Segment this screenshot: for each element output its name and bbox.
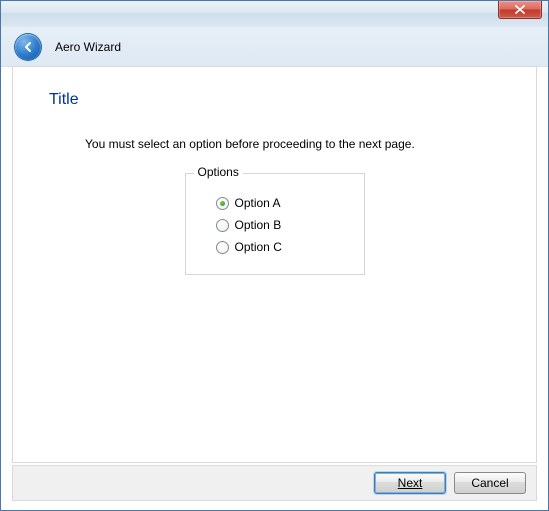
instruction-text: You must select an option before proceed… (85, 137, 500, 151)
radio-icon (216, 219, 229, 232)
next-button-label: Next (398, 476, 423, 490)
option-label: Option C (235, 240, 282, 254)
close-icon (515, 5, 525, 14)
option-row-a[interactable]: Option A (216, 196, 350, 210)
window-close-button[interactable] (498, 1, 542, 19)
options-group-label: Options (194, 165, 243, 179)
wizard-name: Aero Wizard (55, 40, 121, 54)
wizard-header: Aero Wizard (1, 27, 548, 67)
cancel-button[interactable]: Cancel (454, 472, 526, 494)
cancel-button-label: Cancel (471, 476, 508, 490)
option-label: Option A (235, 196, 281, 210)
options-groupbox: Options Option A Option B Option C (185, 173, 365, 275)
wizard-footer: Next Cancel (12, 465, 537, 501)
option-label: Option B (235, 218, 282, 232)
back-button[interactable] (15, 34, 41, 60)
next-button[interactable]: Next (374, 472, 446, 494)
option-row-b[interactable]: Option B (216, 218, 350, 232)
radio-icon (216, 197, 229, 210)
page-title: Title (49, 91, 500, 109)
content-area: Title You must select an option before p… (12, 66, 537, 463)
window-titlebar (1, 1, 548, 27)
back-arrow-icon (21, 40, 35, 54)
radio-icon (216, 241, 229, 254)
option-row-c[interactable]: Option C (216, 240, 350, 254)
